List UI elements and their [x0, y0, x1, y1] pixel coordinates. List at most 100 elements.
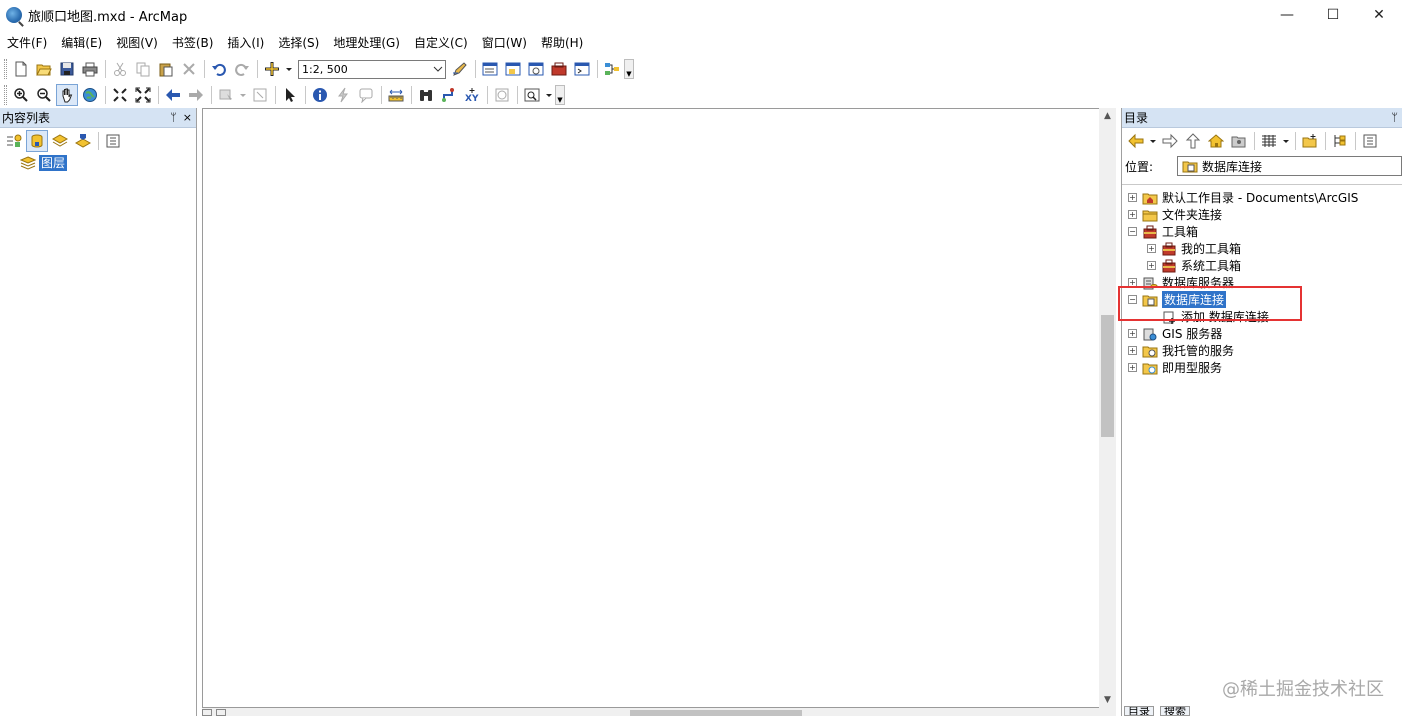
fixed-zoom-in-button[interactable]	[109, 84, 131, 106]
select-elements-button[interactable]	[279, 84, 301, 106]
list-by-visibility-button[interactable]	[49, 130, 71, 152]
layers-data-frame[interactable]: 图层	[20, 154, 196, 172]
map-scale-combobox[interactable]: 1:2, 500	[298, 59, 446, 79]
open-button[interactable]	[33, 58, 55, 80]
catalog-views-dropdown[interactable]	[1281, 130, 1291, 152]
cut-button[interactable]	[109, 58, 131, 80]
menu-customize[interactable]: 自定义(C)	[407, 32, 475, 54]
new-document-button[interactable]	[10, 58, 32, 80]
pan-button[interactable]	[56, 84, 78, 106]
expand-toggle[interactable]: +	[1147, 261, 1156, 270]
catalog-new-folder-button[interactable]	[1299, 130, 1321, 152]
identify-button[interactable]	[309, 84, 331, 106]
catalog-tree-item[interactable]: + 文件夹连接	[1122, 206, 1402, 223]
model-builder-button[interactable]	[601, 58, 623, 80]
list-by-drawing-order-button[interactable]	[3, 130, 25, 152]
catalog-tree-item[interactable]: + 系统工具箱	[1122, 257, 1402, 274]
toolbar-overflow-button[interactable]: ▼	[555, 85, 565, 105]
expand-toggle[interactable]: +	[1128, 210, 1137, 219]
expand-toggle[interactable]: +	[1128, 346, 1137, 355]
tab-catalog[interactable]: 目录	[1124, 706, 1154, 716]
undo-button[interactable]	[208, 58, 230, 80]
copy-button[interactable]	[132, 58, 154, 80]
catalog-toggle-tree-button[interactable]	[1329, 130, 1351, 152]
viewer-dropdown[interactable]	[544, 84, 554, 106]
scroll-down-arrow[interactable]: ▼	[1099, 692, 1116, 708]
print-button[interactable]	[79, 58, 101, 80]
save-button[interactable]	[56, 58, 78, 80]
list-by-source-button[interactable]	[26, 130, 48, 152]
map-horizontal-scrollbar[interactable]	[202, 708, 1116, 716]
menu-windows[interactable]: 窗口(W)	[475, 32, 534, 54]
layout-view-button[interactable]	[216, 709, 226, 716]
close-button[interactable]: ✕	[1356, 0, 1402, 30]
menu-view[interactable]: 视图(V)	[109, 32, 165, 54]
toc-close-button[interactable]: ×	[183, 111, 192, 124]
expand-toggle[interactable]: +	[1128, 329, 1137, 338]
time-slider-button[interactable]	[491, 84, 513, 106]
table-of-contents-window-button[interactable]	[479, 58, 501, 80]
tab-search[interactable]: 搜索	[1160, 706, 1190, 716]
fixed-zoom-out-button[interactable]	[132, 84, 154, 106]
clear-selection-button[interactable]	[249, 84, 271, 106]
python-window-button[interactable]	[571, 58, 593, 80]
toc-options-button[interactable]	[102, 130, 124, 152]
map-vertical-scrollbar[interactable]: ▲ ▼	[1099, 108, 1116, 708]
html-popup-button[interactable]	[355, 84, 377, 106]
catalog-tree-item[interactable]: − 工具箱	[1122, 223, 1402, 240]
delete-button[interactable]	[178, 58, 200, 80]
catalog-tree-item[interactable]: + 即用型服务	[1122, 359, 1402, 376]
catalog-window-button[interactable]	[502, 58, 524, 80]
catalog-tree-item[interactable]: + GIS 服务器	[1122, 325, 1402, 342]
zoom-out-button[interactable]	[33, 84, 55, 106]
add-data-button[interactable]	[261, 58, 283, 80]
list-by-selection-button[interactable]	[72, 130, 94, 152]
catalog-back-button[interactable]	[1125, 130, 1147, 152]
arctoolbox-window-button[interactable]	[548, 58, 570, 80]
select-features-dropdown[interactable]	[238, 84, 248, 106]
hyperlink-button[interactable]	[332, 84, 354, 106]
menu-edit[interactable]: 编辑(E)	[54, 32, 109, 54]
map-display[interactable]	[202, 108, 1100, 708]
redo-button[interactable]	[231, 58, 253, 80]
maximize-button[interactable]: ☐	[1310, 0, 1356, 30]
catalog-tree-item[interactable]: + 我的工具箱	[1122, 240, 1402, 257]
find-route-button[interactable]	[438, 84, 460, 106]
scroll-up-arrow[interactable]: ▲	[1099, 108, 1116, 124]
full-extent-button[interactable]	[79, 84, 101, 106]
menu-bookmarks[interactable]: 书签(B)	[165, 32, 221, 54]
location-field[interactable]: 数据库连接	[1177, 156, 1402, 176]
catalog-views-button[interactable]	[1258, 130, 1280, 152]
catalog-tree-item[interactable]: + 默认工作目录 - Documents\ArcGIS	[1122, 189, 1402, 206]
scroll-thumb[interactable]	[1101, 315, 1114, 437]
paste-button[interactable]	[155, 58, 177, 80]
menu-help[interactable]: 帮助(H)	[534, 32, 590, 54]
minimize-button[interactable]: —	[1264, 0, 1310, 30]
toolbar-grip[interactable]	[4, 59, 7, 79]
menu-selection[interactable]: 选择(S)	[271, 32, 326, 54]
menu-file[interactable]: 文件(F)	[0, 32, 54, 54]
collapse-toggle[interactable]: −	[1128, 227, 1137, 236]
expand-toggle[interactable]: +	[1147, 244, 1156, 253]
catalog-tree-item[interactable]: + 我托管的服务	[1122, 342, 1402, 359]
go-back-extent-button[interactable]	[162, 84, 184, 106]
catalog-pin-button[interactable]: ᛘ	[1391, 111, 1398, 124]
editor-toolbar-button[interactable]	[449, 58, 471, 80]
data-view-button[interactable]	[202, 709, 212, 716]
toc-pin-button[interactable]: ᛘ	[170, 111, 177, 124]
catalog-connect-folder-button[interactable]	[1228, 130, 1250, 152]
add-data-dropdown[interactable]	[284, 58, 294, 80]
expand-toggle[interactable]: +	[1128, 363, 1137, 372]
select-features-button[interactable]	[215, 84, 237, 106]
search-window-button[interactable]	[525, 58, 547, 80]
go-to-xy-button[interactable]: XY	[461, 84, 483, 106]
catalog-options-button[interactable]	[1359, 130, 1381, 152]
toolbar-grip[interactable]	[4, 85, 7, 105]
measure-button[interactable]	[385, 84, 407, 106]
create-viewer-window-button[interactable]	[521, 84, 543, 106]
menu-insert[interactable]: 插入(I)	[220, 32, 271, 54]
zoom-in-button[interactable]	[10, 84, 32, 106]
horizontal-scroll-thumb[interactable]	[630, 710, 802, 716]
catalog-up-button[interactable]	[1182, 130, 1204, 152]
toolbar-overflow-button[interactable]: ▼	[624, 59, 634, 79]
